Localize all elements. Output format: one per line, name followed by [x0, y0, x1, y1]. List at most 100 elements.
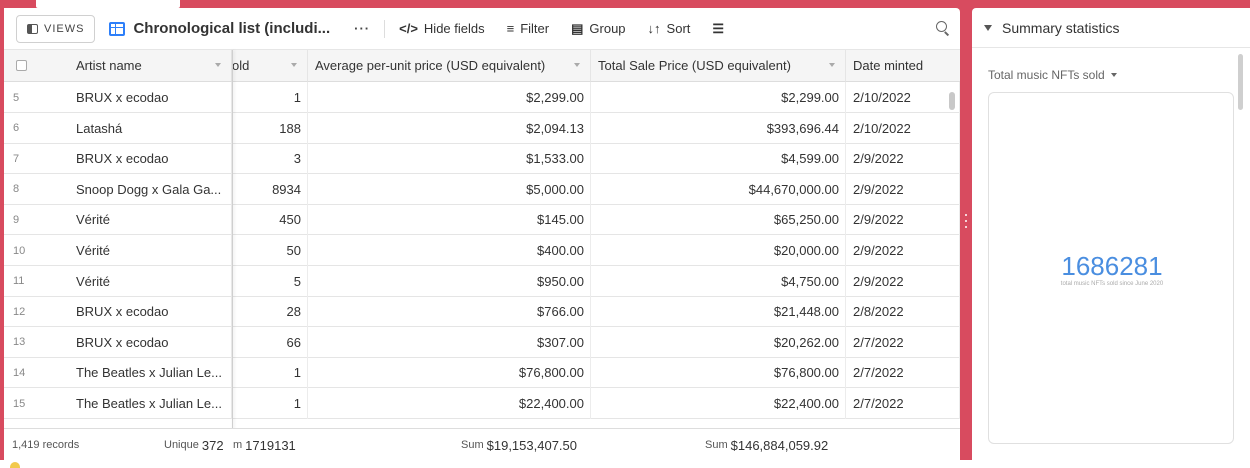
total-sum-summary[interactable]: Sum $146,884,059.92 — [705, 429, 828, 460]
sold-cell[interactable]: 8934 — [232, 173, 308, 205]
avg-price-cell[interactable]: $22,400.00 — [308, 388, 591, 419]
table-row[interactable]: 15 The Beatles x Julian Le... 1 $22,400.00 $… — [4, 388, 960, 419]
avg-price-cell[interactable]: $5,000.00 — [308, 173, 591, 205]
artist-cell[interactable]: BRUX x ecodao — [64, 326, 232, 358]
artist-cell[interactable]: BRUX x ecodao — [64, 143, 232, 175]
artist-cell[interactable]: Snoop Dogg x Gala Ga... — [64, 173, 232, 205]
total-price-cell[interactable]: $65,250.00 — [591, 204, 846, 236]
avg-price-cell[interactable]: $766.00 — [308, 296, 591, 328]
total-price-cell[interactable]: $22,400.00 — [591, 388, 846, 419]
hide-fields-button[interactable]: </> Hide fields — [399, 21, 485, 36]
date-cell[interactable]: 2/8/2022 — [846, 296, 960, 328]
avg-price-cell[interactable]: $400.00 — [308, 235, 591, 266]
total-price-cell[interactable]: $393,696.44 — [591, 112, 846, 144]
summary-header[interactable]: Summary statistics — [972, 8, 1250, 48]
avg-price-cell[interactable]: $2,299.00 — [308, 82, 591, 113]
summary-scrollbar[interactable] — [1238, 54, 1243, 110]
avg-price-cell[interactable]: $145.00 — [308, 204, 591, 236]
avg-sum-summary[interactable]: Sum $19,153,407.50 — [461, 429, 577, 460]
artist-cell[interactable]: The Beatles x Julian Le... — [64, 388, 232, 419]
avg-price-cell[interactable]: $2,094.13 — [308, 112, 591, 144]
total-price-cell[interactable]: $2,299.00 — [591, 82, 846, 113]
artist-cell[interactable]: The Beatles x Julian Le... — [64, 357, 232, 389]
table-row[interactable]: 9 Vérité 450 $145.00 $65,250.00 2/9/2022 — [4, 204, 960, 236]
avg-price-cell[interactable]: $950.00 — [308, 265, 591, 297]
chevron-down-icon[interactable] — [1110, 73, 1117, 77]
grid-view-icon — [109, 21, 126, 36]
table-row[interactable]: 5 BRUX x ecodao 1 $2,299.00 $2,299.00 2/10/20… — [4, 82, 960, 113]
artist-cell[interactable]: Vérité — [64, 235, 232, 266]
sold-cell[interactable]: 28 — [232, 296, 308, 328]
table-row[interactable]: 14 The Beatles x Julian Le... 1 $76,800.00 $… — [4, 357, 960, 389]
chevron-down-icon[interactable] — [291, 63, 297, 67]
table-row[interactable]: 13 BRUX x ecodao 66 $307.00 $20,262.00 2/7/20… — [4, 326, 960, 358]
unique-summary[interactable]: Unique 372 — [164, 429, 224, 460]
total-price-cell[interactable]: $76,800.00 — [591, 357, 846, 389]
total-price-cell[interactable]: $20,262.00 — [591, 326, 846, 358]
sort-button[interactable]: ↓↑ Sort — [648, 21, 691, 36]
sold-sum-summary[interactable]: m 1719131 — [233, 429, 296, 460]
avg-price-cell[interactable]: $76,800.00 — [308, 357, 591, 389]
table-row[interactable]: 7 BRUX x ecodao 3 $1,533.00 $4,599.00 2/9/202… — [4, 143, 960, 175]
date-cell[interactable]: 2/10/2022 — [846, 112, 960, 144]
date-cell[interactable]: 2/9/2022 — [846, 265, 960, 297]
table-row[interactable]: 8 Snoop Dogg x Gala Ga... 8934 $5,000.00 $44… — [4, 173, 960, 205]
artist-cell[interactable]: BRUX x ecodao — [64, 82, 232, 113]
column-header-sold[interactable]: old — [232, 50, 308, 82]
views-button[interactable]: VIEWS — [16, 14, 96, 43]
panel-resize-handle[interactable] — [960, 8, 972, 460]
select-all-checkbox[interactable] — [16, 60, 27, 71]
total-price-cell[interactable]: $4,599.00 — [591, 143, 846, 175]
date-cell[interactable]: 2/9/2022 — [846, 143, 960, 175]
sold-cell[interactable]: 450 — [232, 204, 308, 236]
date-cell[interactable]: 2/9/2022 — [846, 235, 960, 266]
date-cell[interactable]: 2/7/2022 — [846, 388, 960, 419]
sold-cell[interactable]: 3 — [232, 143, 308, 175]
column-header-total-price[interactable]: Total Sale Price (USD equivalent) — [591, 50, 846, 82]
collapse-caret-icon[interactable] — [984, 24, 992, 31]
date-cell[interactable]: 2/7/2022 — [846, 357, 960, 389]
sold-cell[interactable]: 50 — [232, 235, 308, 266]
sold-cell[interactable]: 1 — [232, 82, 308, 113]
row-height-icon[interactable]: ☰ — [712, 21, 724, 37]
table-row[interactable]: 10 Vérité 50 $400.00 $20,000.00 2/9/2022 — [4, 235, 960, 266]
total-price-cell[interactable]: $44,670,000.00 — [591, 173, 846, 205]
column-header-date[interactable]: Date minted — [846, 50, 960, 82]
total-price-cell[interactable]: $20,000.00 — [591, 235, 846, 266]
table-row[interactable]: 12 BRUX x ecodao 28 $766.00 $21,448.00 2/8/20… — [4, 296, 960, 328]
drag-handle-icon[interactable] — [965, 214, 968, 230]
sold-cell[interactable]: 66 — [232, 326, 308, 358]
avg-price-cell[interactable]: $1,533.00 — [308, 143, 591, 175]
metric-selector[interactable]: Total music NFTs sold — [988, 68, 1117, 82]
table-row[interactable]: 11 Vérité 5 $950.00 $4,750.00 2/9/2022 — [4, 265, 960, 297]
chevron-down-icon[interactable] — [574, 63, 580, 67]
more-icon[interactable]: ··· — [354, 21, 370, 36]
sold-cell[interactable]: 188 — [232, 112, 308, 144]
date-cell[interactable]: 2/9/2022 — [846, 204, 960, 236]
artist-cell[interactable]: Latashá — [64, 112, 232, 144]
sold-cell[interactable]: 1 — [232, 357, 308, 389]
column-header-artist[interactable]: Artist name — [64, 50, 232, 82]
date-cell[interactable]: 2/7/2022 — [846, 326, 960, 358]
date-cell[interactable]: 2/9/2022 — [846, 173, 960, 205]
vertical-scrollbar[interactable] — [949, 92, 955, 110]
artist-cell[interactable]: BRUX x ecodao — [64, 296, 232, 328]
sold-cell[interactable]: 5 — [232, 265, 308, 297]
avg-price-cell[interactable]: $307.00 — [308, 326, 591, 358]
artist-cell[interactable]: Vérité — [64, 265, 232, 297]
artist-cell[interactable]: Vérité — [64, 204, 232, 236]
total-price-cell[interactable]: $21,448.00 — [591, 296, 846, 328]
filter-button[interactable]: ≡ Filter — [507, 21, 549, 36]
date-cell[interactable]: 2/10/2022 — [846, 82, 960, 113]
search-icon[interactable] — [936, 21, 950, 35]
sold-cell[interactable]: 1 — [232, 388, 308, 419]
group-button[interactable]: ▤ Group — [571, 21, 625, 37]
column-header-avg-price[interactable]: Average per-unit price (USD equivalent) — [308, 50, 591, 82]
view-name-button[interactable]: Chronological list (includi... — [109, 20, 330, 37]
chevron-down-icon[interactable] — [829, 63, 835, 67]
total-price-cell[interactable]: $4,750.00 — [591, 265, 846, 297]
active-tab-hint[interactable] — [36, 0, 180, 8]
chevron-down-icon[interactable] — [215, 63, 221, 67]
number-card: 1686281 total music NFTs sold since June… — [988, 92, 1234, 444]
table-row[interactable]: 6 Latashá 188 $2,094.13 $393,696.44 2/10/2022 — [4, 112, 960, 144]
